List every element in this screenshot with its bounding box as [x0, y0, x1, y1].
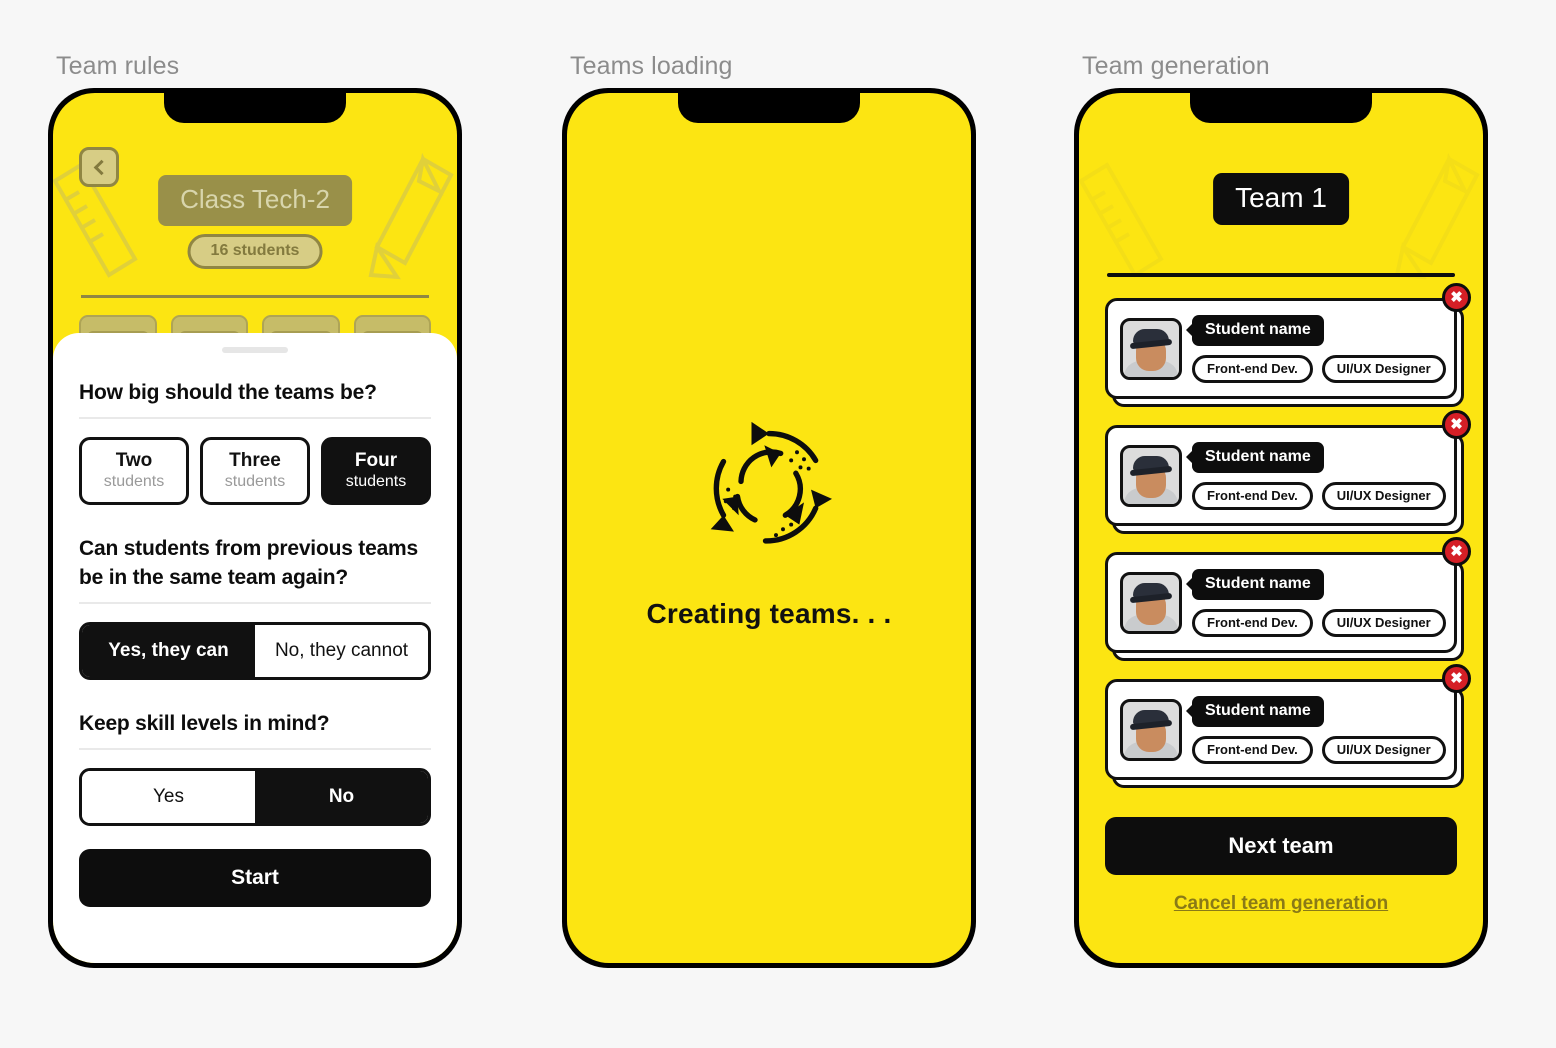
question-repeat-teams: Can students from previous teams be in t…: [79, 536, 419, 589]
loading-status-text: Creating teams. . .: [646, 598, 892, 630]
close-icon[interactable]: ✖: [1442, 664, 1471, 693]
student-name-tag: Student name: [1192, 568, 1324, 600]
student-card[interactable]: Student name Front-end Dev. UI/UX Design…: [1105, 298, 1457, 399]
skill-pills: Front-end Dev. UI/UX Designer: [1192, 354, 1446, 383]
ruler-watermark-icon: [1079, 155, 1175, 310]
student-card[interactable]: Student name Front-end Dev. UI/UX Design…: [1105, 552, 1457, 653]
question-team-size: How big should the teams be?: [79, 381, 377, 404]
status-badge: UI/UX Designer: [1321, 608, 1446, 637]
status-badge: Front-end Dev.: [1192, 608, 1313, 637]
phone-screen-teams-loading: Creating teams. . .: [567, 93, 971, 963]
screen-label-teams-loading: Teams loading: [570, 52, 733, 80]
student-card[interactable]: Student name Front-end Dev. UI/UX Design…: [1105, 425, 1457, 526]
chevron-left-icon: [93, 159, 109, 175]
team-size-option-three[interactable]: Three students: [200, 436, 310, 505]
divider: [79, 601, 431, 604]
header-divider: [1107, 273, 1455, 277]
status-badge: UI/UX Designer: [1321, 481, 1446, 510]
avatar: [1120, 571, 1182, 634]
next-team-button[interactable]: Next team: [1105, 817, 1457, 875]
skill-option-no[interactable]: No: [255, 770, 428, 823]
phone-notch: [678, 93, 860, 123]
avatar: [1120, 698, 1182, 761]
table-row: Student name Front-end Dev. UI/UX Design…: [1105, 283, 1471, 407]
skill-pills: Front-end Dev. UI/UX Designer: [1192, 608, 1446, 637]
option-unit: students: [103, 472, 165, 490]
team-title-badge: Team 1: [1213, 173, 1349, 225]
status-badge: Front-end Dev.: [1192, 481, 1313, 510]
avatar: [1120, 317, 1182, 380]
table-row: Student name Front-end Dev. UI/UX Design…: [1105, 664, 1471, 788]
phone-screen-team-rules: Class Tech-2 16 students How big should …: [53, 93, 457, 963]
option-count: Four: [354, 450, 398, 472]
skill-pills: Front-end Dev. UI/UX Designer: [1192, 735, 1446, 764]
phone-frame-teams-loading: Creating teams. . .: [562, 88, 976, 968]
student-name-tag: Student name: [1192, 695, 1324, 727]
status-badge: Front-end Dev.: [1192, 354, 1313, 383]
cancel-team-generation-link[interactable]: Cancel team generation: [1079, 893, 1483, 915]
screen-label-team-rules: Team rules: [56, 52, 180, 80]
loading-state: Creating teams. . .: [567, 417, 971, 630]
sheet-drag-handle[interactable]: [222, 347, 288, 353]
student-name-tag: Student name: [1192, 441, 1324, 473]
table-row: Student name Front-end Dev. UI/UX Design…: [1105, 410, 1471, 534]
close-icon[interactable]: ✖: [1442, 537, 1471, 566]
header-divider: [81, 295, 429, 298]
skill-pills: Front-end Dev. UI/UX Designer: [1192, 481, 1446, 510]
mockup-canvas: Team rules Class Tech-2 16 students How …: [0, 0, 1556, 1048]
option-count: Two: [115, 450, 153, 472]
pencil-watermark-icon: [361, 151, 457, 316]
team-size-options: Two students Three students Four student…: [79, 436, 431, 505]
phone-notch: [164, 93, 346, 123]
avatar: [1120, 444, 1182, 507]
phone-frame-team-rules: Class Tech-2 16 students How big should …: [48, 88, 462, 968]
phone-frame-team-generation: Team 1 Student name Front-end Dev. UI/UX…: [1074, 88, 1488, 968]
status-badge: UI/UX Designer: [1321, 354, 1446, 383]
option-unit: students: [224, 472, 286, 490]
status-badge: UI/UX Designer: [1321, 735, 1446, 764]
table-row: Student name Front-end Dev. UI/UX Design…: [1105, 537, 1471, 661]
screen-label-team-generation: Team generation: [1082, 52, 1270, 80]
student-count-badge: 16 students: [187, 234, 323, 269]
close-icon[interactable]: ✖: [1442, 283, 1471, 312]
recycle-arrows-icon: [699, 417, 839, 562]
divider: [79, 416, 431, 419]
divider: [79, 747, 431, 750]
option-unit: students: [345, 472, 407, 490]
skill-option-yes[interactable]: Yes: [82, 770, 255, 823]
option-count: Three: [229, 450, 281, 472]
close-icon[interactable]: ✖: [1442, 410, 1471, 439]
team-size-option-four[interactable]: Four students: [321, 436, 431, 505]
repeat-option-no[interactable]: No, they cannot: [255, 624, 428, 677]
phone-notch: [1190, 93, 1372, 123]
status-badge: Front-end Dev.: [1192, 735, 1313, 764]
team-member-list: Student name Front-end Dev. UI/UX Design…: [1105, 283, 1471, 806]
phone-screen-team-generation: Team 1 Student name Front-end Dev. UI/UX…: [1079, 93, 1483, 963]
repeat-option-yes[interactable]: Yes, they can: [82, 624, 255, 677]
back-button[interactable]: [79, 147, 119, 187]
repeat-toggle: Yes, they can No, they cannot: [79, 621, 431, 680]
team-size-option-two[interactable]: Two students: [79, 436, 189, 505]
team-rules-sheet: How big should the teams be? Two student…: [53, 333, 457, 963]
start-button[interactable]: Start: [79, 849, 431, 907]
student-name-tag: Student name: [1192, 314, 1324, 346]
question-skill-levels: Keep skill levels in mind?: [79, 711, 330, 735]
class-name-chip: Class Tech-2: [158, 175, 352, 226]
student-card[interactable]: Student name Front-end Dev. UI/UX Design…: [1105, 679, 1457, 780]
skill-toggle: Yes No: [79, 767, 431, 826]
